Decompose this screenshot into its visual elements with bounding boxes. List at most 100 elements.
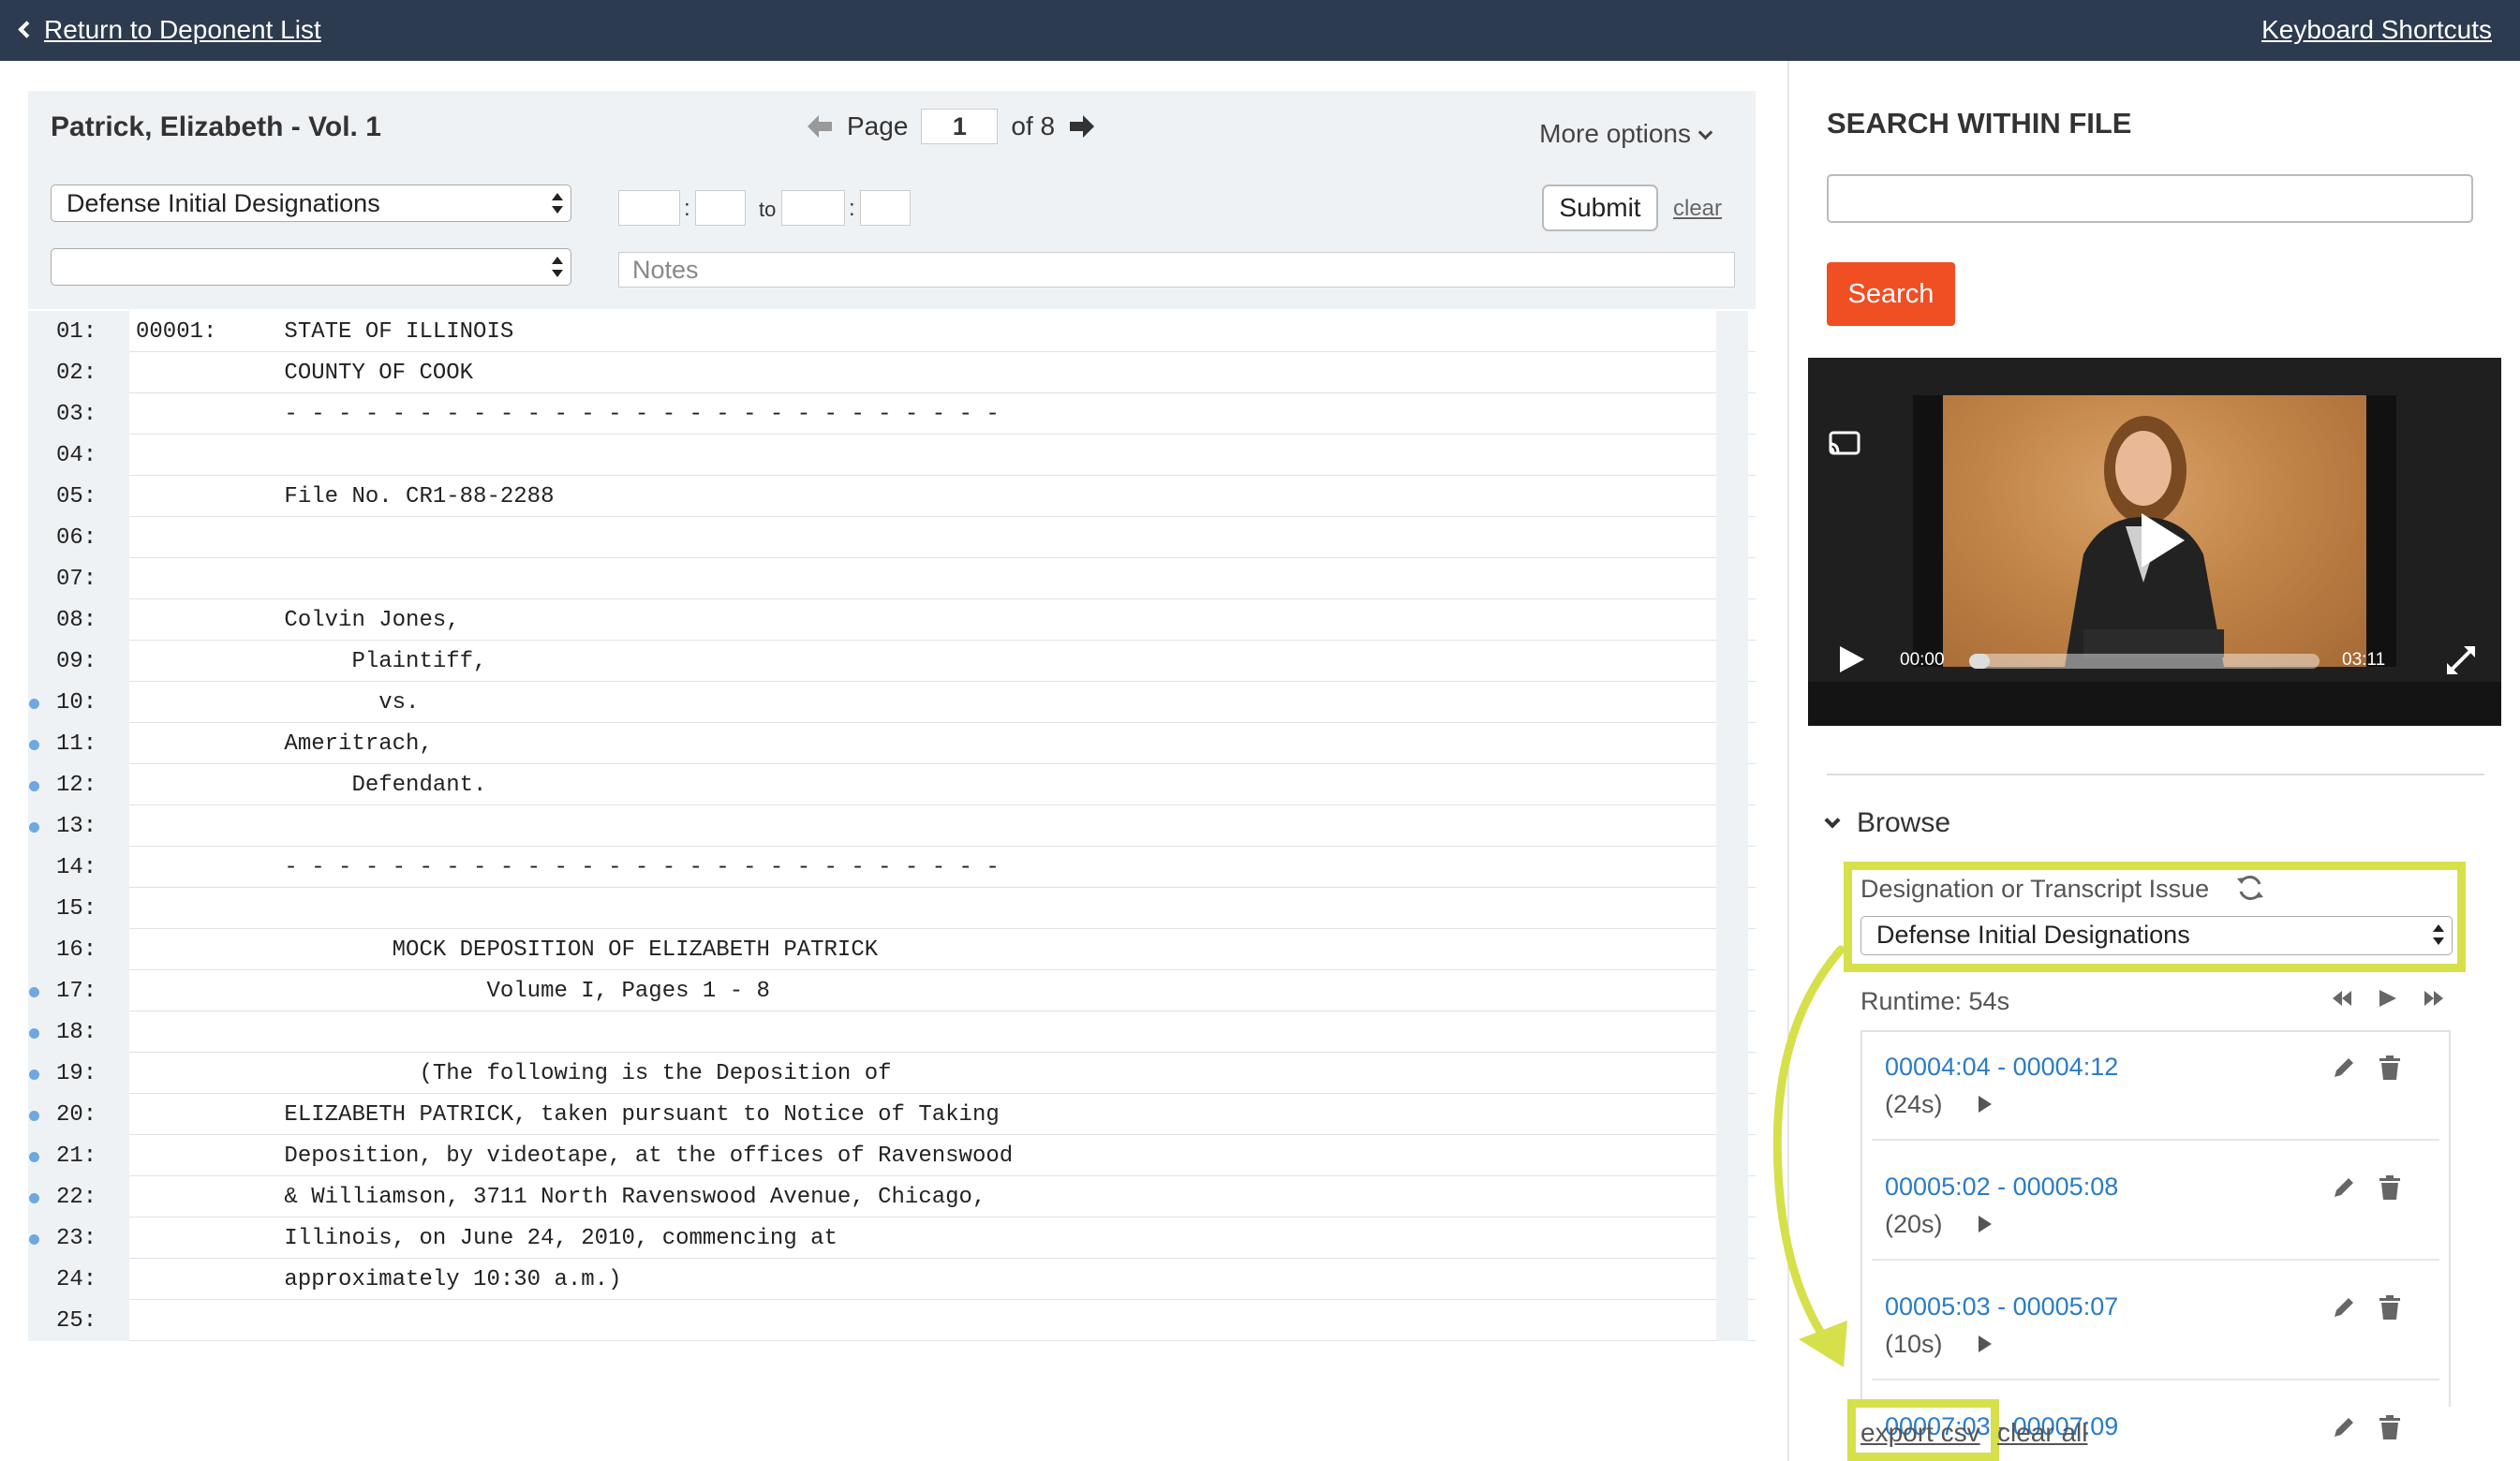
clip-duration: (10s) (1885, 1330, 1943, 1358)
trash-icon[interactable] (2378, 1055, 2402, 1081)
export-csv-link[interactable]: export csv (1860, 1418, 1980, 1448)
return-to-deponent-list-link[interactable]: Return to Deponent List (18, 15, 321, 45)
start-page-input[interactable] (618, 190, 680, 226)
play-all-icon[interactable] (2376, 987, 2398, 1010)
transcript-line[interactable]: 11: Ameritrach, (28, 723, 1756, 764)
rewind-icon[interactable] (2331, 987, 2353, 1010)
transcript-line[interactable]: 15: (28, 888, 1756, 929)
page-total: of 8 (1011, 111, 1056, 140)
transcript-line[interactable]: 21: Deposition, by videotape, at the off… (28, 1135, 1756, 1176)
fast-forward-icon[interactable] (2423, 987, 2445, 1010)
refresh-icon[interactable] (2235, 873, 2265, 903)
line-text: - - - - - - - - - - - - - - - - - - - - … (136, 402, 1000, 427)
transcript-line[interactable]: 13: (28, 805, 1756, 847)
clip-range-link[interactable]: 00005:03 - 00005:07 (1885, 1292, 2118, 1321)
edit-icon[interactable] (2331, 1294, 2357, 1321)
transcript-line[interactable]: 05: File No. CR1-88-2288 (28, 476, 1756, 517)
select-arrows-icon (550, 255, 563, 279)
clip-range-link[interactable]: 00004:04 - 00004:12 (1885, 1053, 2118, 1082)
clip-play-icon[interactable] (1977, 1094, 1994, 1114)
search-button[interactable]: Search (1827, 262, 1955, 326)
clip-item: 00005:03 - 00005:07 (10s) (1872, 1277, 2439, 1380)
transcript-line[interactable]: 10: vs. (28, 682, 1756, 723)
next-page-arrow-icon[interactable] (1068, 112, 1096, 140)
more-options-menu[interactable]: More options (1539, 119, 1713, 149)
designation-select[interactable]: Defense Initial Designations (51, 184, 571, 222)
line-number: 18: (28, 1011, 129, 1053)
transcript-line[interactable]: 19: (The following is the Deposition of (28, 1053, 1756, 1094)
clear-link[interactable]: clear (1673, 196, 1722, 222)
designation-marker-icon (29, 1152, 39, 1162)
transcript-line[interactable]: 04: (28, 435, 1756, 476)
previous-page-arrow-icon[interactable] (806, 112, 834, 140)
transcript-line[interactable]: 03: - - - - - - - - - - - - - - - - - - … (28, 393, 1756, 435)
clip-play-icon[interactable] (1977, 1334, 1994, 1354)
transcript-line[interactable]: 12: Defendant. (28, 764, 1756, 805)
transcript-line[interactable]: 20: ELIZABETH PATRICK, taken pursuant to… (28, 1094, 1756, 1135)
browse-toggle[interactable]: Browse (1824, 807, 1950, 839)
browse-designation-select[interactable]: Defense Initial Designations (1860, 916, 2453, 955)
designation-marker-icon (29, 1234, 39, 1245)
transcript-line[interactable]: 24: approximately 10:30 a.m.) (28, 1259, 1756, 1300)
line-number: 13: (28, 805, 129, 847)
line-gutter (1716, 352, 1748, 393)
big-play-icon[interactable] (2127, 508, 2192, 573)
transcript-line[interactable]: 06: (28, 517, 1756, 558)
transcript-line[interactable]: 23: Illinois, on June 24, 2010, commenci… (28, 1218, 1756, 1259)
page-number-input[interactable]: 1 (921, 109, 999, 144)
play-icon[interactable] (1836, 644, 1866, 674)
clip-range-link[interactable]: 00005:02 - 00005:08 (1885, 1173, 2118, 1202)
video-progress-bar[interactable] (1969, 654, 2320, 669)
edit-icon[interactable] (2331, 1174, 2357, 1201)
search-input[interactable] (1827, 174, 2473, 223)
transcript-line[interactable]: 01: 00001: STATE OF ILLINOIS (28, 311, 1756, 352)
designation-marker-icon (29, 987, 39, 997)
transcript-line[interactable]: 09: Plaintiff, (28, 641, 1756, 682)
transcript-line[interactable]: 18: (28, 1011, 1756, 1053)
cast-icon[interactable] (1829, 431, 1860, 455)
transcript-line[interactable]: 22: & Williamson, 3711 North Ravenswood … (28, 1176, 1756, 1218)
line-number: 01: (28, 311, 129, 352)
runtime-label: Runtime: 54s (1860, 987, 2010, 1015)
transcript-line[interactable]: 08: Colvin Jones, (28, 599, 1756, 641)
notes-input[interactable]: Notes (618, 252, 1735, 288)
end-page-input[interactable] (781, 190, 845, 226)
transcript-line[interactable]: 25: (28, 1300, 1756, 1341)
trash-icon[interactable] (2378, 1294, 2402, 1321)
transcript-line[interactable]: 16: MOCK DEPOSITION OF ELIZABETH PATRICK (28, 929, 1756, 970)
line-number: 16: (28, 929, 129, 970)
line-gutter (1716, 1259, 1748, 1300)
line-gutter (1716, 517, 1748, 558)
end-line-input[interactable] (860, 190, 911, 226)
fullscreen-icon[interactable] (2445, 644, 2477, 676)
chevron-down-icon (1697, 125, 1713, 140)
clear-all-link[interactable]: clear all (1997, 1418, 2087, 1448)
video-player[interactable]: 00:00 03:11 (1808, 358, 2501, 726)
line-gutter (1716, 723, 1748, 764)
trash-icon[interactable] (2378, 1414, 2402, 1440)
panel-divider (1787, 61, 1789, 1461)
submit-button[interactable]: Submit (1542, 184, 1658, 231)
edit-icon[interactable] (2331, 1055, 2357, 1081)
video-progress-knob[interactable] (1969, 654, 1990, 669)
issue-select[interactable] (51, 248, 571, 286)
start-line-input[interactable] (695, 190, 746, 226)
video-bottom-bar (1808, 682, 2501, 726)
line-number: 22: (28, 1176, 129, 1218)
transcript-line[interactable]: 17: Volume I, Pages 1 - 8 (28, 970, 1756, 1011)
clip-duration: (24s) (1885, 1090, 1943, 1118)
transcript-line[interactable]: 14: - - - - - - - - - - - - - - - - - - … (28, 847, 1756, 888)
line-number: 25: (28, 1300, 129, 1341)
keyboard-shortcuts-link[interactable]: Keyboard Shortcuts (2261, 15, 2492, 45)
trash-icon[interactable] (2378, 1174, 2402, 1201)
designation-label: Designation or Transcript Issue (1860, 875, 2210, 903)
line-gutter (1716, 435, 1748, 476)
transcript-line[interactable]: 02: COUNTY OF COOK (28, 352, 1756, 393)
edit-icon[interactable] (2331, 1414, 2357, 1440)
designation-marker-icon (29, 740, 39, 750)
transcript-line[interactable]: 07: (28, 558, 1756, 599)
clip-play-icon[interactable] (1977, 1214, 1994, 1234)
line-text: Plaintiff, (136, 649, 487, 674)
line-text: Illinois, on June 24, 2010, commencing a… (136, 1226, 838, 1251)
line-gutter (1716, 558, 1748, 599)
